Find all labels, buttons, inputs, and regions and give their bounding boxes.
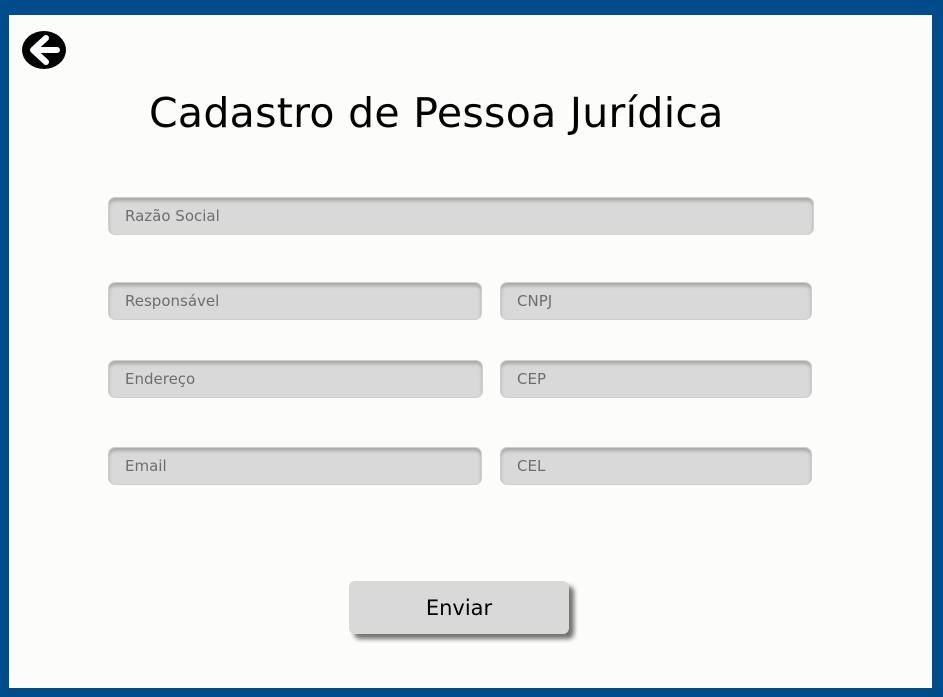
page-title: Cadastro de Pessoa Jurídica — [149, 89, 724, 137]
email-input[interactable] — [108, 447, 482, 485]
arrow-left-circle-icon — [22, 31, 66, 69]
back-button[interactable] — [21, 30, 67, 70]
form-panel: Cadastro de Pessoa Jurídica Enviar — [9, 15, 932, 688]
cep-input[interactable] — [500, 360, 812, 398]
submit-button[interactable]: Enviar — [349, 581, 569, 634]
razao-social-input[interactable] — [108, 197, 814, 235]
responsavel-input[interactable] — [108, 282, 482, 320]
cel-input[interactable] — [500, 447, 812, 485]
cnpj-input[interactable] — [500, 282, 812, 320]
endereco-input[interactable] — [108, 360, 483, 398]
